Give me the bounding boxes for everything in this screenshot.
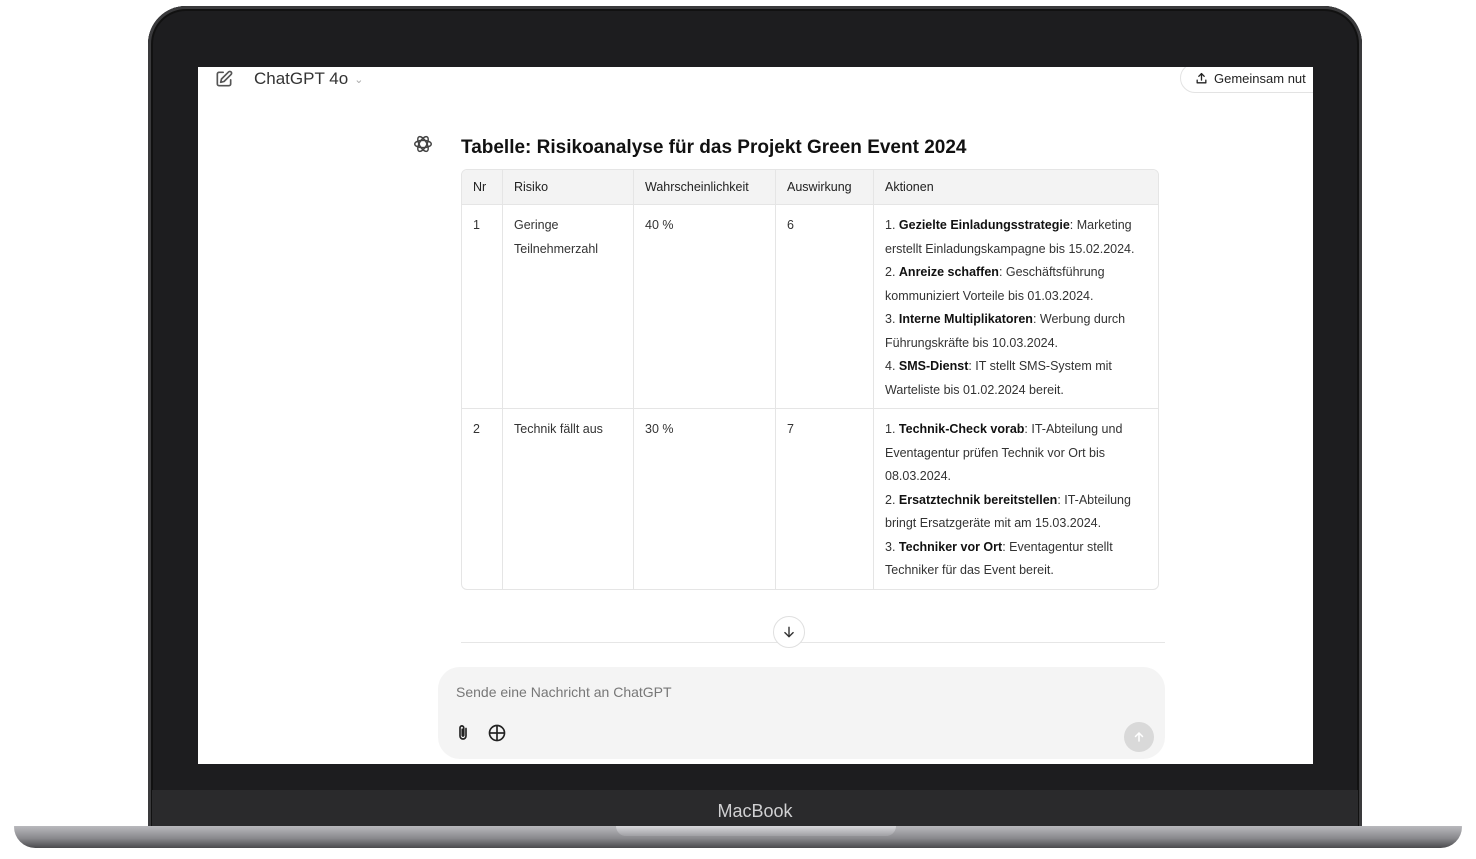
cell-nr: 1 bbox=[462, 204, 503, 409]
chevron-down-icon: ⌄ bbox=[354, 73, 364, 86]
action-item: 2. Ersatztechnik bereitstellen: IT-Abtei… bbox=[885, 492, 1131, 531]
cell-probability: 30 % bbox=[633, 408, 776, 589]
cell-risk: Technik fällt aus bbox=[502, 408, 634, 589]
chat-screen: ChatGPT 4o ⌄ Gemeinsam nut Tabelle: Risi… bbox=[198, 67, 1313, 764]
cell-risk: Geringe Teilnehmerzahl bbox=[502, 204, 634, 409]
globe-icon bbox=[488, 724, 506, 742]
send-button[interactable] bbox=[1124, 722, 1154, 752]
model-name: ChatGPT 4o bbox=[254, 69, 349, 88]
message-title: Tabelle: Risikoanalyse für das Projekt G… bbox=[461, 137, 967, 158]
share-button[interactable]: Gemeinsam nut bbox=[1180, 67, 1313, 93]
edit-icon bbox=[216, 70, 233, 87]
paperclip-icon bbox=[459, 725, 467, 740]
action-item: 1. Technik-Check vorab: IT-Abteilung und… bbox=[885, 422, 1123, 483]
table-header-row: Nr Risiko Wahrscheinlichkeit Auswirkung … bbox=[462, 170, 1158, 205]
action-item: 3. Interne Multiplikatoren: Werbung durc… bbox=[885, 312, 1126, 350]
table-row: 2 Technik fällt aus 30 % 7 1. Technik-Ch… bbox=[462, 408, 1158, 589]
cell-probability: 40 % bbox=[633, 204, 776, 409]
column-header: Nr bbox=[462, 170, 503, 205]
scroll-to-bottom-button[interactable] bbox=[773, 616, 805, 648]
openai-logo-icon bbox=[412, 133, 434, 155]
new-chat-button[interactable] bbox=[212, 67, 236, 91]
message-input[interactable] bbox=[454, 683, 1058, 701]
composer-divider bbox=[461, 642, 1165, 643]
cell-nr: 2 bbox=[462, 408, 503, 589]
upload-icon bbox=[1196, 72, 1207, 83]
share-label: Gemeinsam nut bbox=[1214, 70, 1306, 86]
action-item: 4. SMS-Dienst: IT stellt SMS-System mit … bbox=[885, 359, 1112, 397]
column-header: Wahrscheinlichkeit bbox=[633, 170, 776, 205]
cell-impact: 7 bbox=[775, 408, 874, 589]
arrow-down-icon bbox=[784, 626, 794, 638]
cell-actions: 1. Technik-Check vorab: IT-Abteilung und… bbox=[873, 408, 1158, 589]
cell-actions: 1. Gezielte Einladungsstrategie: Marketi… bbox=[873, 204, 1158, 409]
arrow-up-icon bbox=[1134, 732, 1144, 742]
action-item: 1. Gezielte Einladungsstrategie: Marketi… bbox=[885, 218, 1135, 256]
risk-table: Nr Risiko Wahrscheinlichkeit Auswirkung … bbox=[461, 169, 1159, 590]
table-row: 1 Geringe Teilnehmerzahl 40 % 6 1. Gezie… bbox=[462, 204, 1158, 409]
column-header: Auswirkung bbox=[775, 170, 874, 205]
attach-button[interactable] bbox=[452, 722, 474, 744]
action-item: 3. Techniker vor Ort: Eventagentur stell… bbox=[885, 539, 1113, 578]
action-item: 2. Anreize schaffen: Geschäftsführung ko… bbox=[885, 265, 1105, 303]
laptop-base-notch bbox=[616, 826, 896, 836]
cell-impact: 6 bbox=[775, 204, 874, 409]
column-header: Risiko bbox=[502, 170, 634, 205]
column-header: Aktionen bbox=[873, 170, 1158, 205]
brand-label: MacBook bbox=[717, 800, 793, 821]
web-search-button[interactable] bbox=[486, 722, 508, 744]
model-selector[interactable]: ChatGPT 4o ⌄ bbox=[254, 69, 363, 89]
top-bar: ChatGPT 4o ⌄ Gemeinsam nut bbox=[198, 67, 1313, 101]
message-composer bbox=[438, 667, 1165, 759]
